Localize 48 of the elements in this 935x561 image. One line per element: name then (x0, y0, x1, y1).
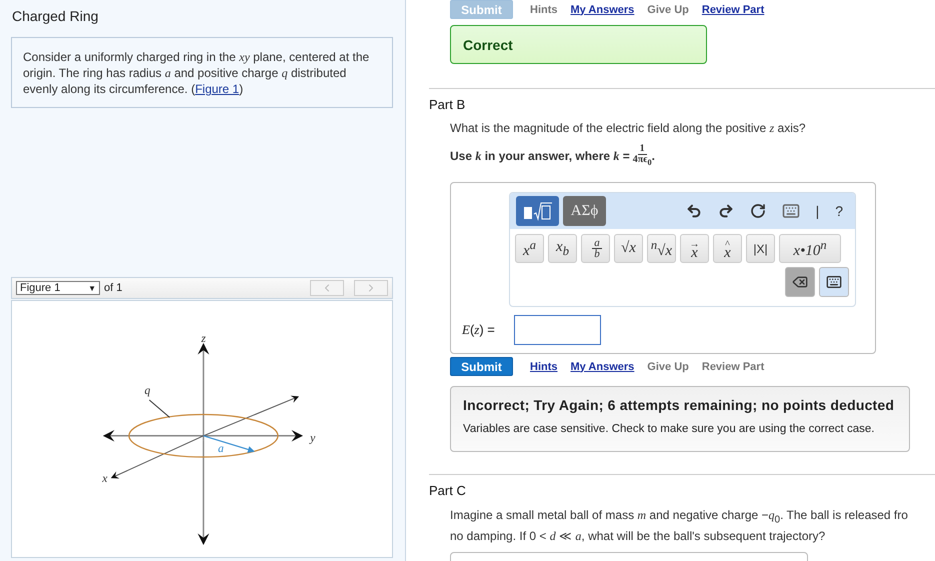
figure-count: of 1 (104, 282, 122, 294)
feedback-message: Variables are case sensitive. Check to make sure you are using the correct case. (463, 423, 876, 435)
axis-label: y (310, 432, 316, 445)
question-text: What is the magnitude of the electric field along the positive z axis? (450, 121, 807, 136)
action-link[interactable]: My Answers (570, 360, 634, 372)
axis-label: a (218, 442, 224, 456)
answer-label: E(z) = (462, 322, 496, 338)
template-key[interactable]: x$_{b}$ (548, 234, 577, 263)
action-link[interactable]: Hints (530, 360, 558, 372)
backspace-icon (792, 274, 808, 290)
toolbar-text-button[interactable]: ? (829, 203, 849, 219)
templates-tab[interactable] (516, 196, 559, 226)
question-text: no damping. If 0 < d ≪ a, what will be the ball's subsequent trajectory? (450, 528, 826, 544)
keyboard-toggle-button[interactable] (819, 267, 849, 297)
action-link[interactable]: My Answers (570, 4, 634, 16)
feedback-title: Incorrect; Try Again; 6 attempts remaining; no points deducted (463, 397, 896, 413)
template-key[interactable]: →x (680, 234, 709, 263)
action-link[interactable]: Review Part (702, 4, 764, 16)
template-key[interactable]: x$^{a}$ (515, 234, 544, 263)
action-link[interactable]: Hints (530, 4, 558, 16)
template-key[interactable]: ^x (713, 234, 742, 263)
template-key[interactable]: a b (581, 234, 610, 263)
axis-label: z (201, 332, 206, 345)
action-link[interactable]: Give Up (647, 360, 689, 372)
figure-select[interactable]: Figure 1 ▼ (16, 281, 100, 295)
template-key[interactable]: $^{n}$√x (647, 234, 676, 263)
problem-description: Consider a uniformly charged ring in the xy plane, centered at the origin. The ring has radius a and positive charge q distributed evenly along its circumference. (Figure 1) (23, 49, 370, 97)
template-key[interactable]: x•10$^{n}$ (779, 234, 841, 263)
part-title: Part B (429, 97, 466, 112)
figure-link[interactable]: Figure 1 (195, 82, 240, 96)
keyboard-icon (826, 274, 842, 290)
symbols-tab[interactable]: ΑΣϕ (563, 196, 606, 226)
action-link[interactable]: Review Part (702, 360, 764, 372)
correct-feedback: Correct (450, 25, 707, 64)
axis-label: x (102, 472, 108, 486)
axis-label: q (144, 384, 150, 398)
submit-button[interactable]: Submit (450, 357, 513, 376)
answer-input[interactable] (514, 315, 601, 345)
backspace-button[interactable] (785, 267, 815, 297)
leader-line (148, 400, 170, 418)
radius-arrow (203, 435, 255, 453)
template-key[interactable]: √x (614, 234, 643, 263)
problem-title: Charged Ring (12, 8, 100, 24)
part-title: Part C (429, 483, 467, 498)
action-link[interactable]: Give Up (647, 4, 689, 16)
template-key[interactable]: |X| (746, 234, 775, 263)
question-text: Imagine a small metal ball of mass m and negative charge −q$_{0}$. The ball is released fro (450, 507, 909, 528)
toolbar-text-button[interactable]: | (810, 203, 826, 219)
